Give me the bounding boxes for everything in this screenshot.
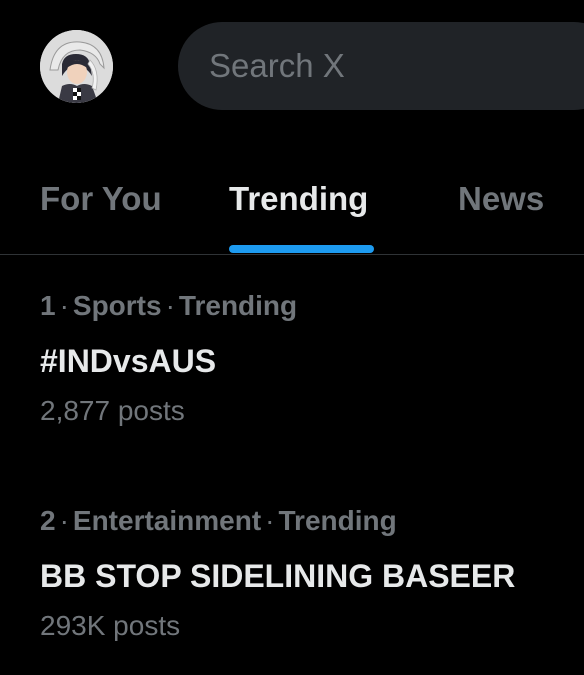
- trend-category: Sports: [72, 290, 162, 321]
- trend-rank: 2: [40, 505, 56, 536]
- trend-name: BB STOP SIDELINING BASEER: [40, 558, 516, 594]
- tab-trending[interactable]: Trending: [229, 160, 368, 255]
- tab-news[interactable]: News: [458, 160, 544, 255]
- trend-post-count: 293K posts: [40, 610, 181, 641]
- tab-for-you[interactable]: For You: [40, 160, 162, 255]
- active-tab-indicator: [229, 245, 374, 253]
- trend-name: #INDvsAUS: [40, 343, 217, 379]
- trend-meta: 2 · Entertainment · Trending: [40, 503, 584, 539]
- trend-item[interactable]: 1 · Sports · Trending #INDvsAUS 2,877 posts: [0, 288, 584, 429]
- search-input[interactable]: Search X: [209, 47, 345, 85]
- separator-dot: ·: [59, 505, 69, 536]
- separator-dot: ·: [59, 290, 69, 321]
- explore-tabs: For You Trending News: [0, 160, 584, 255]
- separator-dot: ·: [165, 290, 175, 321]
- trend-item[interactable]: 2 · Entertainment · Trending BB STOP SIDELIN…: [0, 503, 584, 644]
- separator-dot: ·: [265, 505, 275, 536]
- trend-status: Trending: [178, 290, 298, 321]
- trend-category: Entertainment: [72, 505, 262, 536]
- tabs-divider: [0, 254, 584, 255]
- user-avatar-icon: [40, 30, 113, 103]
- search-bar[interactable]: Search X: [178, 22, 584, 110]
- trend-status: Trending: [278, 505, 397, 536]
- profile-avatar[interactable]: [40, 30, 113, 103]
- trend-rank: 1: [40, 290, 56, 321]
- trend-post-count: 2,877 posts: [40, 395, 185, 426]
- explore-page: Search X For You Trending News 1 · Sports ·…: [0, 0, 584, 675]
- trend-meta: 1 · Sports · Trending: [40, 288, 584, 324]
